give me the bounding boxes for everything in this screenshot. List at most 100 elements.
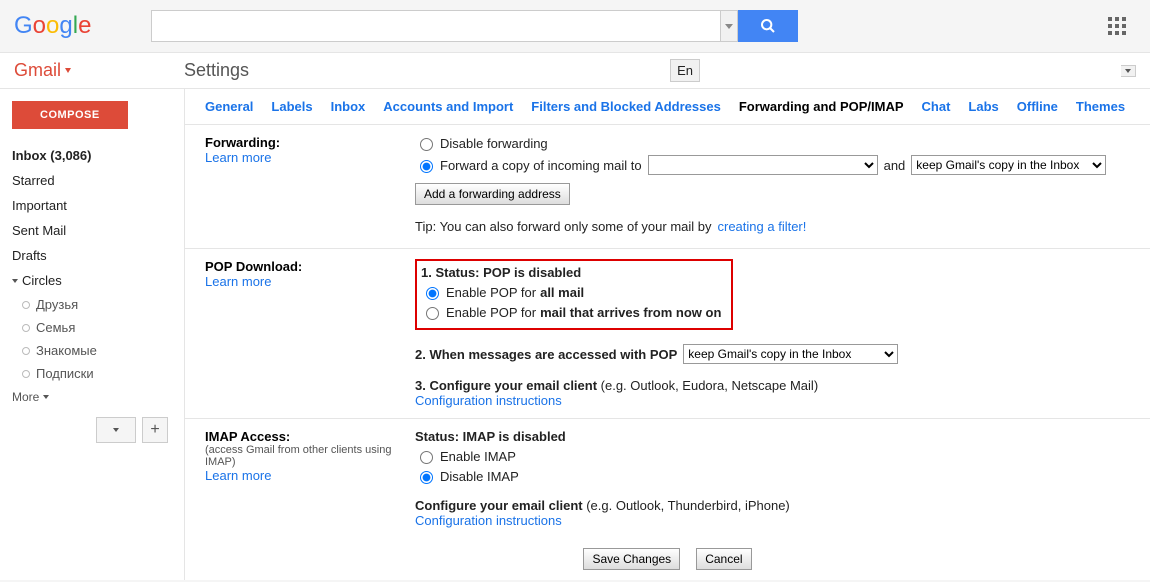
section-label: Forwarding: Learn more: [205, 135, 415, 238]
circle-bullet-icon: [22, 301, 30, 309]
sidebar-item-sent[interactable]: Sent Mail: [12, 218, 184, 243]
circle-bullet-icon: [22, 324, 30, 332]
language-button[interactable]: En: [670, 59, 700, 82]
radio-label: Enable POP for: [446, 305, 536, 320]
imap-access-section: IMAP Access: (access Gmail from other cl…: [185, 419, 1150, 538]
forwarding-title: Forwarding:: [205, 135, 415, 150]
forward-to-select[interactable]: [648, 155, 878, 175]
gmail-label-text: Gmail: [14, 60, 61, 81]
disable-imap-radio[interactable]: Disable IMAP: [415, 468, 519, 484]
circle-bullet-icon: [22, 347, 30, 355]
search-icon: [760, 18, 776, 34]
pop-body: 1. Status: POP is disabled Enable POP fo…: [415, 259, 1130, 408]
caret-down-icon: [65, 68, 71, 73]
radio-label-bold: mail that arrives from now on: [540, 305, 721, 320]
forward-copy-radio[interactable]: Forward a copy of incoming mail to: [415, 157, 642, 173]
search-options-dropdown[interactable]: [721, 10, 738, 42]
tab-forwarding-pop-imap[interactable]: Forwarding and POP/IMAP: [739, 99, 904, 114]
create-filter-link[interactable]: creating a filter!: [718, 219, 807, 234]
imap-status-value: IMAP is disabled: [463, 429, 566, 444]
add-forwarding-address-button[interactable]: Add a forwarding address: [415, 183, 570, 205]
save-changes-button[interactable]: Save Changes: [583, 548, 680, 570]
search-input[interactable]: [151, 10, 721, 42]
google-logo[interactable]: G o o g l e: [14, 12, 91, 40]
sidebar-item-circles[interactable]: Circles: [12, 268, 62, 293]
sidebar-circle-item[interactable]: Друзья: [12, 293, 184, 316]
imap-config-link[interactable]: Configuration instructions: [415, 513, 562, 528]
radio-input[interactable]: [420, 471, 433, 484]
sidebar-circle-item[interactable]: Знакомые: [12, 339, 184, 362]
tab-labels[interactable]: Labels: [271, 99, 312, 114]
tip-text: Tip: You can also forward only some of y…: [415, 219, 712, 234]
forwarding-section: Forwarding: Learn more Disable forwardin…: [185, 125, 1150, 249]
learn-more-link[interactable]: Learn more: [205, 274, 271, 289]
radio-input[interactable]: [426, 307, 439, 320]
sidebar-circle-item[interactable]: Подписки: [12, 362, 184, 385]
tab-offline[interactable]: Offline: [1017, 99, 1058, 114]
caret-down-icon: [113, 428, 119, 432]
pop-status-value: POP is disabled: [483, 265, 581, 280]
pop-config-link[interactable]: Configuration instructions: [415, 393, 562, 408]
main-area: COMPOSE Inbox (3,086) Starred Important …: [0, 89, 1150, 580]
forward-action-select[interactable]: keep Gmail's copy in the Inbox: [911, 155, 1106, 175]
section-label: IMAP Access: (access Gmail from other cl…: [205, 429, 415, 528]
tab-labs[interactable]: Labs: [968, 99, 998, 114]
tab-accounts[interactable]: Accounts and Import: [383, 99, 513, 114]
tab-themes[interactable]: Themes: [1076, 99, 1125, 114]
sidebar-item-drafts[interactable]: Drafts: [12, 243, 184, 268]
logo-letter: o: [33, 12, 46, 40]
and-text: and: [884, 158, 906, 173]
pop-title: POP Download:: [205, 259, 415, 274]
learn-more-link[interactable]: Learn more: [205, 150, 271, 165]
gmail-product-menu[interactable]: Gmail: [14, 60, 184, 81]
compose-button[interactable]: COMPOSE: [12, 101, 128, 129]
sub-header: Gmail Settings En: [0, 52, 1150, 89]
tab-inbox[interactable]: Inbox: [331, 99, 366, 114]
cancel-button[interactable]: Cancel: [696, 548, 751, 570]
radio-input[interactable]: [426, 287, 439, 300]
pop-status-prefix: 1. Status:: [421, 265, 483, 280]
enable-pop-new-radio[interactable]: Enable POP for mail that arrives from no…: [421, 304, 721, 320]
imap-conf-suf: (e.g. Outlook, Thunderbird, iPhone): [586, 498, 790, 513]
forwarding-body: Disable forwarding Forward a copy of inc…: [415, 135, 1130, 238]
radio-label: Enable POP for: [446, 285, 536, 300]
radio-label: Enable IMAP: [440, 449, 516, 464]
learn-more-link[interactable]: Learn more: [205, 468, 271, 483]
pop-action-select[interactable]: keep Gmail's copy in the Inbox: [683, 344, 898, 364]
sidebar-item-starred[interactable]: Starred: [12, 168, 184, 193]
tab-chat[interactable]: Chat: [922, 99, 951, 114]
sidebar-item-inbox[interactable]: Inbox (3,086): [12, 143, 184, 168]
sidebar-item-more[interactable]: More: [12, 385, 49, 409]
language-label: En: [677, 63, 693, 78]
sidebar-item-important[interactable]: Important: [12, 193, 184, 218]
sidebar-folders: Inbox (3,086) Starred Important Sent Mai…: [12, 143, 184, 409]
enable-imap-radio[interactable]: Enable IMAP: [415, 448, 516, 464]
pop-line3-pre: 3. Configure your email client: [415, 378, 601, 393]
disable-forwarding-radio[interactable]: Disable forwarding: [415, 135, 548, 151]
sidebar-circle-item[interactable]: Семья: [12, 316, 184, 339]
tab-filters[interactable]: Filters and Blocked Addresses: [531, 99, 721, 114]
tab-general[interactable]: General: [205, 99, 253, 114]
enable-pop-all-radio[interactable]: Enable POP for all mail: [421, 284, 584, 300]
pop-line3-suf: (e.g. Outlook, Eudora, Netscape Mail): [601, 378, 819, 393]
radio-input[interactable]: [420, 451, 433, 464]
circle-label: Друзья: [36, 297, 78, 312]
apps-grid-icon[interactable]: [1108, 17, 1126, 35]
circles-label: Circles: [22, 273, 62, 288]
sidebar: COMPOSE Inbox (3,086) Starred Important …: [0, 89, 184, 580]
radio-label-bold: all mail: [540, 285, 584, 300]
imap-body: Status: IMAP is disabled Enable IMAP Dis…: [415, 429, 1130, 528]
imap-status-prefix: Status:: [415, 429, 463, 444]
sidebar-dropdown-button[interactable]: [96, 417, 136, 443]
pop-line2: 2. When messages are accessed with POP: [415, 347, 677, 362]
language-dropdown[interactable]: [1121, 65, 1136, 77]
sidebar-add-button[interactable]: +: [142, 417, 168, 443]
pop-download-section: POP Download: Learn more 1. Status: POP …: [185, 249, 1150, 419]
section-label: POP Download: Learn more: [205, 259, 415, 408]
search-button[interactable]: [738, 10, 798, 42]
settings-content: General Labels Inbox Accounts and Import…: [184, 89, 1150, 580]
settings-tabs: General Labels Inbox Accounts and Import…: [185, 89, 1150, 125]
imap-title: IMAP Access:: [205, 429, 415, 444]
radio-input[interactable]: [420, 160, 433, 173]
radio-input[interactable]: [420, 138, 433, 151]
